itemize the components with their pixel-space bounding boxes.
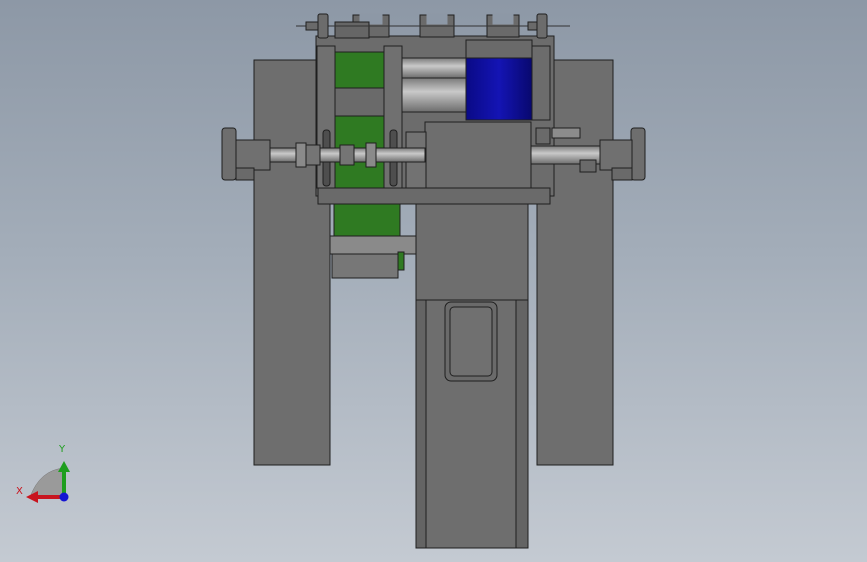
center-column-right-face [515,299,529,549]
coordinate-triad [26,461,70,503]
top-rod-cap-right [536,13,548,39]
model-viewport[interactable]: Y X [0,0,867,562]
z-axis-dot [59,492,69,502]
cad-model[interactable] [0,0,867,562]
green-motor-upper [333,51,387,191]
gearbox-housing [424,121,532,191]
top-rod-cap-left [317,13,329,39]
lower-housing [331,253,399,279]
lower-shaft [329,235,417,255]
right-handle [630,127,646,181]
blue-motor [465,57,533,121]
bottom-frame-bar [317,187,551,205]
center-column-left-face [415,299,427,549]
x-axis-label: X [16,486,23,497]
left-handle [221,127,237,181]
y-axis-label: Y [59,444,66,455]
center-window-inner [449,306,493,377]
